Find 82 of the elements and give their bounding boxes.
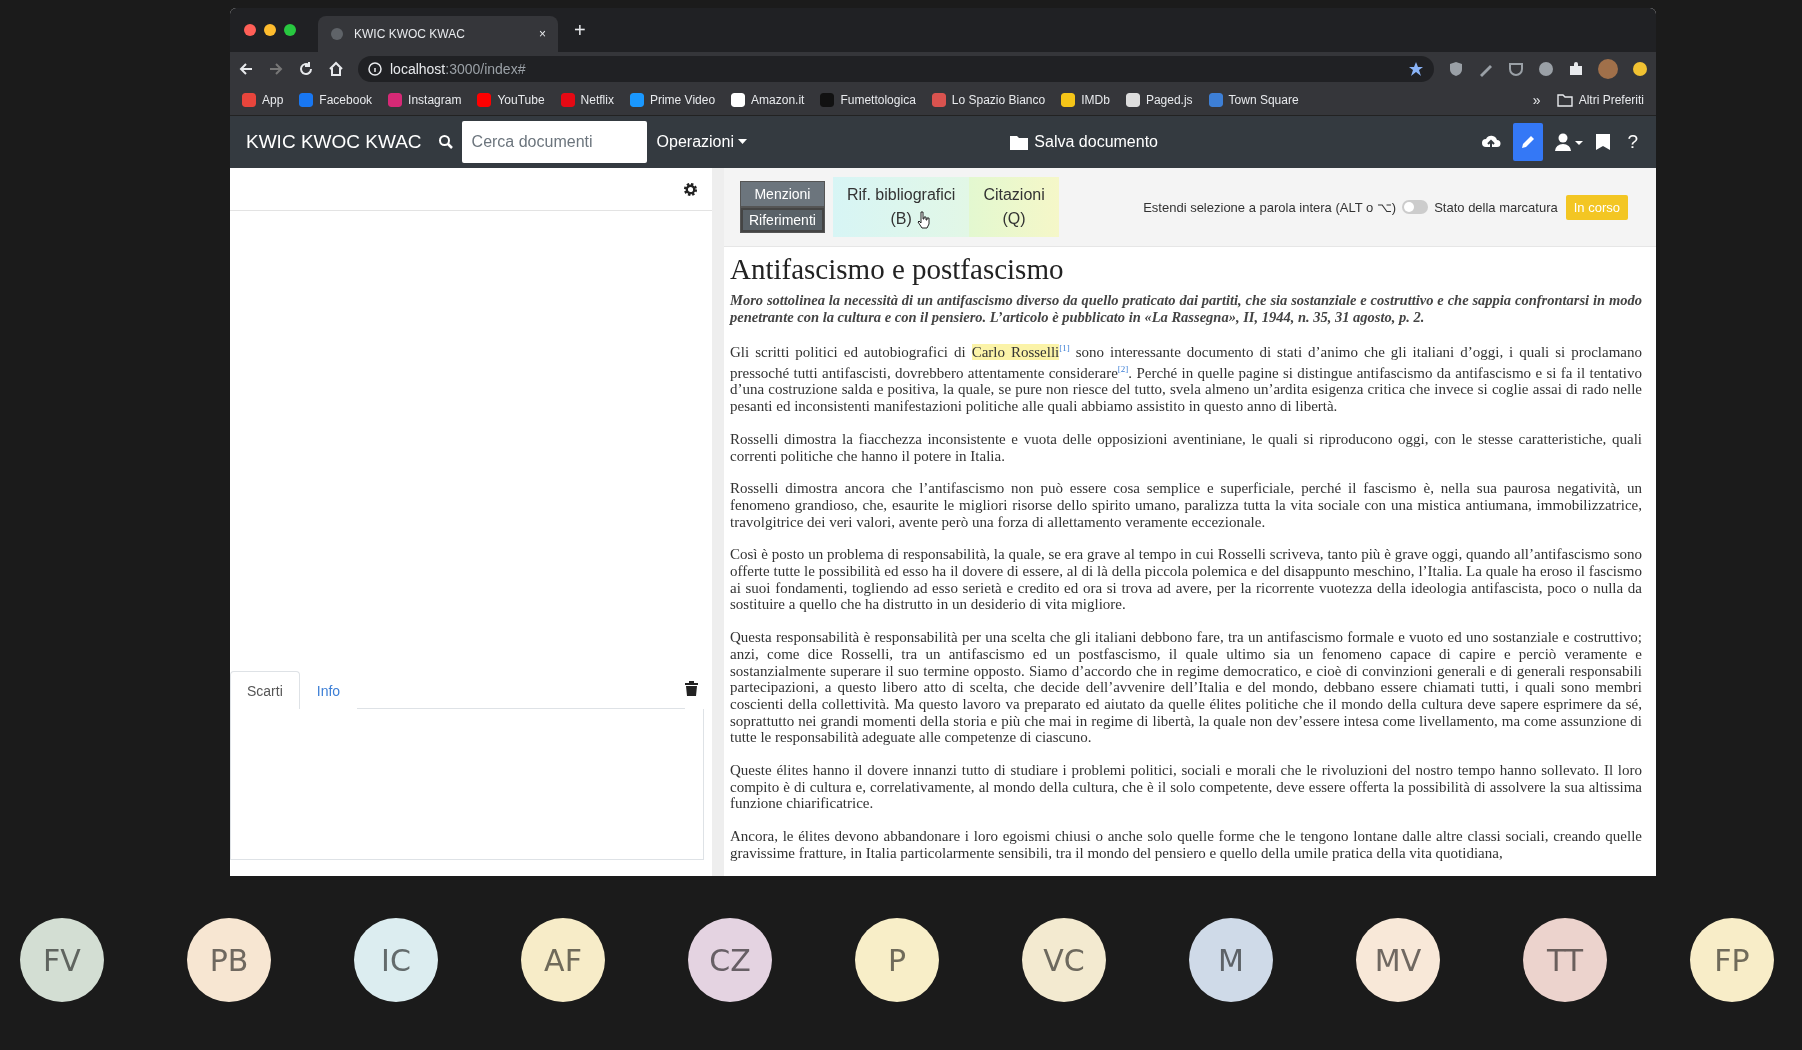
help-button[interactable]: ? bbox=[1623, 131, 1642, 153]
bookmark-link[interactable]: Facebook bbox=[299, 93, 373, 107]
search-field[interactable]: Cerca documenti bbox=[461, 121, 647, 163]
status-label: Stato della marcatura bbox=[1434, 199, 1558, 215]
toggle-switch[interactable] bbox=[1402, 200, 1429, 214]
extend-selection-label: Estendi selezione a parola intera (ALT o ⌥) bbox=[1143, 199, 1397, 215]
participant-avatar: TT bbox=[1523, 918, 1607, 1002]
address-bar[interactable]: localhost:3000/index# bbox=[358, 55, 1434, 82]
url-text: localhost:3000/index# bbox=[390, 60, 526, 77]
paragraph-text: Gli scritti politici ed autobiografici di Carlo Rosselli$^{[1]}$ sono interessante documento di stati d’animo che gli italiani d’oggi, i quali si proclamano pressoché tutti antifascisti, dovrebbero attentamente considerare$^{[2]}$. Perché in quelle pagine si distingue antifascismo da antifascismo e si fa il tentativo d’una costruzione salda e positiva, la quale, se pure non riesce del tutto, svela almeno un’ardita esigenza critica che invece si coglie assai di rado nelle pesanti ed inconsistenti manifestazioni politiche alle quali abbiamo assistito in questo anno di libertà. bbox=[730, 342, 1642, 415]
edit-button[interactable] bbox=[1513, 123, 1544, 161]
hand-cursor-icon bbox=[916, 211, 931, 229]
paragraph-text: Rosselli dimostra la fiacchezza inconsistente e vuota delle opposizioni aventiniane, le quali si riproducono oggi, con le stesse caratteristiche, quali correnti politiche che hanno il potere in Italia. bbox=[730, 430, 1642, 465]
paragraph-text: Questa responsabilità è responsabilità per una scelta che gli italiani debbono fare, tra un antifascismo formale e vuoto ed uno sostanziale e costruttivo; anzi, come dice Rosselli, tra un antifascismo ed un postfascismo, il quale ultimo sia un fenomeno capace di capire e perciò veramente e sostanzialmente superare il suo termine opposto. Siamo d’accordo che in regime democratico, e cioè di convinzioni generali e di generali responsabili partecipazioni, a questo libero atto di scelta, che decide dell’avvenire dell’Italia e del mondo, debbano essere chiamati tutti, i quali sono membri coscienti della collettività. Ma questo lavoro va preparato ed aiutato da quelle élites politiche che il mondo della cultura deve sapere esprimere da sé, soprattutto nei grandi momenti della storia e più che mai in regime di libertà, la quale non dev’essere intesa come livellamento, ma come assunzione di tutte le responsabilità adeguate alle competenze di ciascuno. bbox=[730, 629, 1642, 747]
reload-icon[interactable] bbox=[298, 60, 314, 77]
annotation-button[interactable]: Riferimenti bbox=[740, 207, 825, 233]
trash-icon[interactable] bbox=[685, 680, 698, 696]
more-bookmarks-button[interactable]: » bbox=[1532, 92, 1541, 108]
participant-avatar: VC bbox=[1022, 918, 1106, 1002]
abstract-text: Moro sottolinea la necessità di un antifascismo diverso da quello praticato dai partiti, che sia sostanziale e costruttivo e che sappia confrontarsi in modo penetrante con la cultura e con il pensiero. L’articolo è pubblicato in «La Rassegna», II, 1944, n. 35, 31 agosto, p. 2. bbox=[730, 292, 1642, 326]
bookmark-link[interactable]: Town Square bbox=[1208, 93, 1299, 107]
back-icon[interactable] bbox=[238, 60, 254, 77]
new-tab-button[interactable]: + bbox=[566, 18, 594, 42]
maximize-window-button[interactable] bbox=[284, 24, 296, 36]
participant-avatar: IC bbox=[354, 918, 438, 1002]
bookmark-link[interactable]: Amazon.it bbox=[731, 93, 805, 107]
profile-avatar[interactable] bbox=[1598, 58, 1618, 79]
annotation-button[interactable]: Rif. bibliografici (B) bbox=[832, 177, 970, 237]
paragraph-text: Ancora, le élites devono abbandonare i loro egoismi chiusi o anche solo quelle forme che le tengono lontane dalle altre classi sociali, creando quelle gravissime fratture, in Italia particolarmente sensibili, tra il mondo del pensiero e quello della umile pratica della vita quotidiana, bbox=[730, 828, 1642, 862]
settings-icon[interactable] bbox=[683, 181, 698, 197]
participant-avatar: MV bbox=[1356, 918, 1440, 1002]
document-title: Antifascismo e postfascismo bbox=[730, 253, 1065, 286]
app-brand[interactable]: KWIC KWOC KWAC bbox=[246, 131, 422, 153]
browser-tab[interactable]: KWIC KWOC KWAC × bbox=[318, 16, 558, 52]
paragraph-text: Così è posto un problema di responsabilità, la quale, se era grave al tempo in cui Rosselli scriveva, tanto più è grave oggi, quando all’antifascismo sono offerte tutte le possibilità ed esso ha il dovere di essere, al di là della piccola polemica e del disappunto meschino, l’Italia. La quale ha eroso il fascismo ai suoi fondamenti, togliendo ad esso serietà e credito ed ora si trova ad avere, per la ricorrente vuotezza della ideologia antifascista, poco o nulla da sostituire a quello che ha distrutto in un desiderio di vita migliore. bbox=[730, 546, 1642, 614]
pencil-icon bbox=[1520, 134, 1537, 150]
bookmark-link[interactable]: Fumettologica bbox=[820, 93, 916, 107]
info-icon bbox=[368, 61, 382, 76]
panel-tab[interactable]: Info bbox=[299, 671, 358, 709]
annotation-button[interactable]: Menzioni bbox=[740, 181, 825, 207]
participant-avatar: CZ bbox=[688, 918, 772, 1002]
bookmark-folder[interactable]: Altri Preferiti bbox=[1556, 93, 1644, 107]
annotation-button[interactable]: Citazioni (Q) bbox=[969, 177, 1059, 237]
bookmark-link[interactable]: Instagram bbox=[388, 93, 462, 107]
cloud-upload-icon[interactable] bbox=[1481, 134, 1502, 150]
participant-avatar: FP bbox=[1690, 918, 1774, 1002]
puzzle-icon[interactable] bbox=[1568, 60, 1584, 77]
close-tab-button[interactable]: × bbox=[539, 27, 546, 41]
home-icon[interactable] bbox=[328, 60, 344, 77]
search-icon[interactable] bbox=[437, 134, 454, 150]
operations-menu[interactable]: Operazioni bbox=[656, 133, 747, 151]
footnote-link[interactable]: [1] bbox=[1059, 343, 1070, 353]
minimize-window-button[interactable] bbox=[264, 24, 276, 36]
save-document-button[interactable]: Salva documento bbox=[1010, 133, 1158, 151]
shield-icon[interactable] bbox=[1448, 60, 1464, 77]
caret-icon bbox=[737, 139, 747, 145]
bookmark-link[interactable]: Paged.js bbox=[1125, 93, 1193, 107]
participant-avatar: M bbox=[1189, 918, 1273, 1002]
participant-avatar: AF bbox=[521, 918, 605, 1002]
folder-icon bbox=[1556, 93, 1573, 107]
paragraph-text: Queste élites hanno il dovere innanzi tutto di studiare i problemi politici, sociali e morali che le rivoluzioni del nostro tempo hanno sollevato. Il loro compito è di cultura e, correlativamente, al mondo della cultura, che è il solo competente, deve essere offerta la possibilità di assolvere la sua altissima funzione chiarificatrice. bbox=[730, 762, 1642, 813]
forward-icon[interactable] bbox=[268, 60, 284, 77]
participant-avatar: FV bbox=[20, 918, 104, 1002]
book-icon[interactable] bbox=[1595, 133, 1612, 151]
bookmark-link[interactable]: Prime Video bbox=[629, 93, 716, 107]
bookmark-link[interactable]: Lo Spazio Bianco bbox=[931, 93, 1046, 107]
status-badge: In corso bbox=[1565, 194, 1628, 220]
bookmark-link[interactable]: YouTube bbox=[477, 93, 545, 107]
pocket-icon[interactable] bbox=[1508, 60, 1524, 77]
star-icon[interactable] bbox=[1408, 60, 1424, 77]
tab-title: KWIC KWOC KWAC bbox=[354, 27, 466, 41]
footnote-link[interactable]: [2] bbox=[1117, 363, 1129, 374]
bookmark-link[interactable]: IMDb bbox=[1061, 93, 1110, 107]
user-icon[interactable] bbox=[1555, 133, 1584, 151]
bookmark-link[interactable]: Netflix bbox=[560, 93, 614, 107]
participant-avatar: P bbox=[855, 918, 939, 1002]
close-window-button[interactable] bbox=[244, 24, 256, 36]
panel-tab[interactable]: Scarti bbox=[230, 671, 300, 709]
participant-avatar: PB bbox=[187, 918, 271, 1002]
paragraph-text: Rosselli dimostra ancora che l’antifascismo non può essere cosa semplice e superficiale, perché il fascismo è, nella sua paurosa negatività, un fenomeno grandioso, che, esaurite le migliori risorse dello spirito umano, paralizza tutta la vita sociale con una mistica antiumana, immobilizzatrice, travolgitrice dei veri valori, avente però una forza di allettamento veramente eccezionale. bbox=[730, 480, 1642, 531]
folder-icon bbox=[1010, 134, 1029, 150]
bookmark-link[interactable]: App bbox=[242, 93, 284, 107]
